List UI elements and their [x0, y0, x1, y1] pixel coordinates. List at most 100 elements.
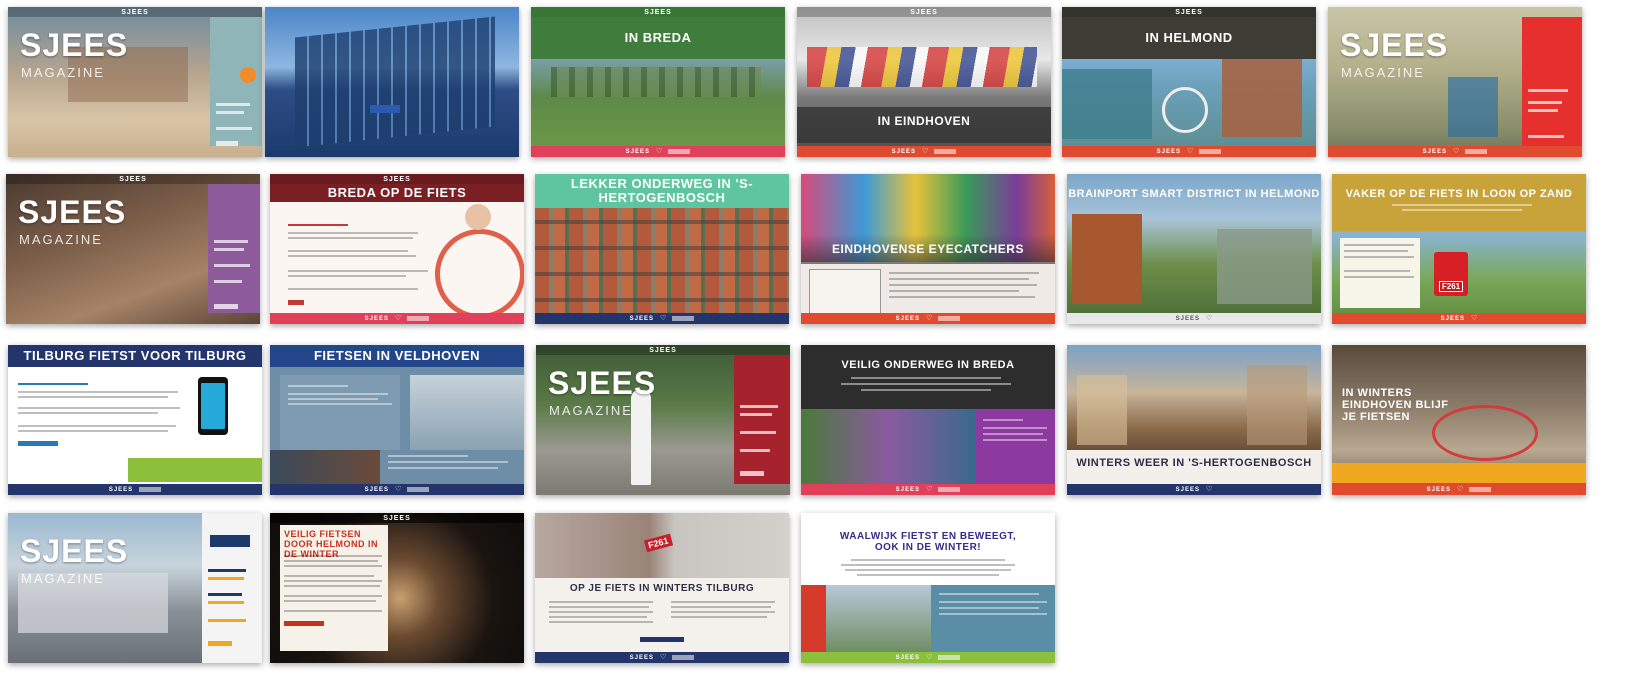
- footer-brand: SJEES: [1156, 148, 1182, 155]
- footer-brand: SJEES: [1175, 486, 1201, 493]
- page-heading: IN BREDA: [624, 30, 692, 45]
- footer-brand: SJEES: [629, 654, 655, 661]
- thumbnail-page-2[interactable]: [265, 7, 519, 157]
- thumbnail-cover-15[interactable]: SJEES SJEES MAGAZINE: [536, 345, 790, 495]
- thumbnail-cover-7[interactable]: SJEES SJEES MAGAZINE: [6, 174, 260, 324]
- page-heading: BRAINPORT SMART DISTRICT IN HELMOND: [1068, 188, 1320, 200]
- footer-brand: SJEES: [1440, 315, 1466, 322]
- thumbnail-cover-6[interactable]: SJEES MAGAZINE SJEES ♡: [1328, 7, 1582, 157]
- footer-brand: SJEES: [1175, 315, 1201, 322]
- cover-logo: SJEES: [20, 27, 129, 63]
- thumbnail-page-3[interactable]: SJEES IN BREDA SJEES ♡: [531, 7, 785, 157]
- page-heading: OP JE FIETS IN WINTERS TILBURG: [569, 583, 755, 594]
- thumbnail-page-13[interactable]: TILBURG FIETST VOOR TILBURG SJEES: [8, 345, 262, 495]
- footer-brand: SJEES: [364, 486, 390, 493]
- cover-logo: SJEES: [18, 194, 127, 230]
- magazine-page-gallery: SJEES SJEES MAGAZINE SJEES IN BREDA SJEE…: [0, 0, 1643, 696]
- page-heading: IN EINDHOVEN: [877, 114, 971, 128]
- cover-logo-sub: MAGAZINE: [19, 232, 103, 247]
- thumbnail-page-16[interactable]: VEILIG ONDERWEG IN BREDA SJEES ♡: [801, 345, 1055, 495]
- brand-mini: SJEES: [383, 175, 411, 183]
- thumbnail-page-22[interactable]: WAALWIJK FIETST EN BEWEEGT, OOK IN DE WI…: [801, 513, 1055, 663]
- footer-tag: [407, 487, 430, 492]
- footer-tag: [938, 316, 961, 321]
- brand-mini: SJEES: [1175, 8, 1203, 16]
- page-heading: BREDA OP DE FIETS: [327, 185, 467, 200]
- heart-icon: ♡: [1471, 314, 1478, 322]
- page-heading: WAALWIJK FIETST EN BEWEEGT, OOK IN DE WI…: [839, 531, 1017, 553]
- heart-icon: ♡: [926, 653, 933, 661]
- thumbnail-page-14[interactable]: FIETSEN IN VELDHOVEN SJEES ♡: [270, 345, 524, 495]
- footer-tag: [1465, 149, 1488, 154]
- footer-brand: SJEES: [364, 315, 390, 322]
- footer-brand: SJEES: [1422, 148, 1448, 155]
- heart-icon: ♡: [660, 314, 667, 322]
- footer-brand: SJEES: [629, 315, 655, 322]
- brand-mini: SJEES: [649, 346, 677, 354]
- thumbnail-page-18[interactable]: IN WINTERS EINDHOVEN BLIJF JE FIETSEN SJ…: [1332, 345, 1586, 495]
- page-heading: VEILIG ONDERWEG IN BREDA: [841, 359, 1015, 371]
- heart-icon: ♡: [656, 147, 663, 155]
- thumbnail-cover-19[interactable]: SJEES MAGAZINE: [8, 513, 262, 663]
- footer-brand: SJEES: [108, 486, 134, 493]
- heart-icon: ♡: [1206, 485, 1213, 493]
- thumbnail-page-21[interactable]: F261 OP JE FIETS IN WINTERS TILBURG SJEE…: [535, 513, 789, 663]
- footer-tag: [1469, 487, 1492, 492]
- route-sign-label: F261: [1438, 281, 1464, 292]
- cover-logo: SJEES: [20, 533, 129, 569]
- heart-icon: ♡: [395, 314, 402, 322]
- cover-logo-sub: MAGAZINE: [21, 571, 105, 586]
- footer-brand: SJEES: [895, 654, 921, 661]
- footer-brand: SJEES: [891, 148, 917, 155]
- brand-mini: SJEES: [383, 514, 411, 522]
- heart-icon: ♡: [1453, 147, 1460, 155]
- thumbnail-page-11[interactable]: BRAINPORT SMART DISTRICT IN HELMOND SJEE…: [1067, 174, 1321, 324]
- thumbnail-page-17[interactable]: WINTERS WEER IN 'S-HERTOGENBOSCH SJEES ♡: [1067, 345, 1321, 495]
- brand-mini: SJEES: [121, 8, 149, 16]
- brand-mini: SJEES: [910, 8, 938, 16]
- page-heading: IN WINTERS EINDHOVEN BLIJF JE FIETSEN: [1342, 387, 1449, 423]
- thumbnail-page-5[interactable]: SJEES IN HELMOND SJEES ♡: [1062, 7, 1316, 157]
- heart-icon: ♡: [922, 147, 929, 155]
- heart-icon: ♡: [660, 653, 667, 661]
- page-heading: IN HELMOND: [1145, 30, 1233, 45]
- footer-brand: SJEES: [895, 486, 921, 493]
- footer-brand: SJEES: [625, 148, 651, 155]
- heart-icon: ♡: [1187, 147, 1194, 155]
- cover-logo: SJEES: [548, 365, 657, 401]
- footer-brand: SJEES: [895, 315, 921, 322]
- heart-icon: ♡: [926, 314, 933, 322]
- thumbnail-page-10[interactable]: EINDHOVENSE EYECATCHERS SJEES ♡: [801, 174, 1055, 324]
- footer-tag: [407, 316, 430, 321]
- footer-tag: [672, 316, 695, 321]
- cover-logo-sub: MAGAZINE: [549, 403, 633, 418]
- page-heading: WINTERS WEER IN 'S-HERTOGENBOSCH: [1076, 457, 1312, 469]
- thumbnail-page-12[interactable]: VAKER OP DE FIETS IN LOON OP ZAND F261 S…: [1332, 174, 1586, 324]
- footer-brand: SJEES: [1426, 486, 1452, 493]
- page-heading: VAKER OP DE FIETS IN LOON OP ZAND: [1345, 188, 1573, 200]
- footer-tag: [938, 655, 961, 660]
- thumbnail-cover-1[interactable]: SJEES SJEES MAGAZINE: [8, 7, 262, 157]
- thumbnail-page-20[interactable]: SJEES VEILIG FIETSEN DOOR HELMOND IN DE …: [270, 513, 524, 663]
- footer-tag: [938, 487, 961, 492]
- brand-mini: SJEES: [119, 175, 147, 183]
- heart-icon: ♡: [1206, 314, 1213, 322]
- footer-tag: [934, 149, 957, 154]
- footer-tag: [139, 487, 162, 492]
- thumbnail-page-8[interactable]: SJEES BREDA OP DE FIETS SJEES ♡: [270, 174, 524, 324]
- page-heading: EINDHOVENSE EYECATCHERS: [832, 242, 1024, 256]
- thumbnail-page-9[interactable]: LEKKER ONDERWEG IN 'S-HERTOGENBOSCH SJEE…: [535, 174, 789, 324]
- thumbnail-page-4[interactable]: SJEES IN EINDHOVEN SJEES ♡: [797, 7, 1051, 157]
- page-heading: TILBURG FIETST VOOR TILBURG: [23, 348, 247, 363]
- footer-tag: [672, 655, 695, 660]
- footer-tag: [668, 149, 691, 154]
- brand-mini: SJEES: [644, 8, 672, 16]
- heart-icon: ♡: [395, 485, 402, 493]
- footer-tag: [1199, 149, 1222, 154]
- cover-logo-sub: MAGAZINE: [1341, 65, 1425, 80]
- cover-logo: SJEES: [1340, 27, 1449, 63]
- cover-logo-sub: MAGAZINE: [21, 65, 105, 80]
- heart-icon: ♡: [926, 485, 933, 493]
- heart-icon: ♡: [1457, 485, 1464, 493]
- page-heading: LEKKER ONDERWEG IN 'S-HERTOGENBOSCH: [570, 176, 754, 205]
